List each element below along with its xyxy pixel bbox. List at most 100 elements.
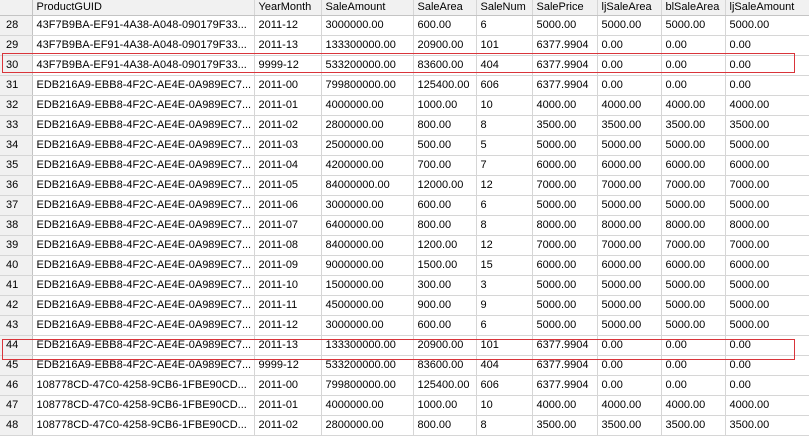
- grid-cell[interactable]: 8000.00: [725, 215, 809, 236]
- grid-cell[interactable]: 5000.00: [532, 275, 598, 296]
- grid-cell[interactable]: 5000.00: [532, 195, 598, 216]
- column-header[interactable]: ljSaleAmount: [725, 0, 809, 16]
- grid-cell[interactable]: 7000.00: [532, 235, 598, 256]
- grid-cell[interactable]: 6377.9904: [532, 75, 598, 96]
- grid-cell[interactable]: 799800000.00: [321, 75, 414, 96]
- grid-cell[interactable]: 600.00: [413, 15, 477, 36]
- grid-cell[interactable]: 1000.00: [413, 95, 477, 116]
- grid-cell[interactable]: 2011-03: [254, 135, 322, 156]
- grid-cell[interactable]: 0.00: [661, 375, 726, 396]
- grid-cell[interactable]: 533200000.00: [321, 55, 414, 76]
- grid-cell[interactable]: 3: [476, 275, 533, 296]
- grid-cell[interactable]: 10: [476, 95, 533, 116]
- grid-cell[interactable]: 5000.00: [532, 15, 598, 36]
- grid-cell[interactable]: 125400.00: [413, 75, 477, 96]
- grid-cell[interactable]: 5000.00: [725, 315, 809, 336]
- grid-cell[interactable]: 6000.00: [532, 255, 598, 276]
- grid-cell[interactable]: 6: [476, 15, 533, 36]
- grid-cell[interactable]: 6000.00: [597, 255, 662, 276]
- grid-cell[interactable]: 5000.00: [532, 295, 598, 316]
- grid-cell[interactable]: 6000.00: [532, 155, 598, 176]
- grid-cell[interactable]: 606: [476, 375, 533, 396]
- table-row[interactable]: 48 108778CD-47C0-4258-9CB6-1FBE90CD... 201…: [0, 415, 809, 436]
- table-row[interactable]: 44 EDB216A9-EBB8-4F2C-AE4E-0A989EC7... 201…: [0, 335, 809, 356]
- grid-cell[interactable]: 6: [476, 195, 533, 216]
- table-row[interactable]: 34 EDB216A9-EBB8-4F2C-AE4E-0A989EC7... 201…: [0, 135, 809, 156]
- grid-cell[interactable]: 0.00: [725, 355, 809, 376]
- grid-cell[interactable]: 108778CD-47C0-4258-9CB6-1FBE90CD...: [32, 375, 255, 396]
- grid-cell[interactable]: 5: [476, 135, 533, 156]
- table-row[interactable]: 32 EDB216A9-EBB8-4F2C-AE4E-0A989EC7... 201…: [0, 95, 809, 116]
- grid-cell[interactable]: 20900.00: [413, 335, 477, 356]
- row-number-cell[interactable]: 33: [0, 115, 33, 136]
- grid-cell[interactable]: 5000.00: [661, 15, 726, 36]
- grid-cell[interactable]: 7000.00: [661, 175, 726, 196]
- grid-cell[interactable]: 2011-07: [254, 215, 322, 236]
- grid-cell[interactable]: 9999-12: [254, 55, 322, 76]
- grid-cell[interactable]: 3000000.00: [321, 15, 414, 36]
- table-row[interactable]: 40 EDB216A9-EBB8-4F2C-AE4E-0A989EC7... 201…: [0, 255, 809, 276]
- grid-cell[interactable]: 5000.00: [661, 195, 726, 216]
- grid-cell[interactable]: 6400000.00: [321, 215, 414, 236]
- grid-cell[interactable]: 7000.00: [532, 175, 598, 196]
- table-row[interactable]: 31 EDB216A9-EBB8-4F2C-AE4E-0A989EC7... 201…: [0, 75, 809, 96]
- grid-cell[interactable]: 6000.00: [661, 255, 726, 276]
- grid-cell[interactable]: 600.00: [413, 315, 477, 336]
- row-number-cell[interactable]: 32: [0, 95, 33, 116]
- grid-cell[interactable]: 5000.00: [661, 315, 726, 336]
- table-row[interactable]: 41 EDB216A9-EBB8-4F2C-AE4E-0A989EC7... 201…: [0, 275, 809, 296]
- grid-cell[interactable]: EDB216A9-EBB8-4F2C-AE4E-0A989EC7...: [32, 175, 255, 196]
- grid-cell[interactable]: EDB216A9-EBB8-4F2C-AE4E-0A989EC7...: [32, 235, 255, 256]
- grid-cell[interactable]: 83600.00: [413, 55, 477, 76]
- grid-cell[interactable]: EDB216A9-EBB8-4F2C-AE4E-0A989EC7...: [32, 75, 255, 96]
- grid-cell[interactable]: 7000.00: [725, 175, 809, 196]
- grid-cell[interactable]: 6000.00: [725, 155, 809, 176]
- table-row[interactable]: 42 EDB216A9-EBB8-4F2C-AE4E-0A989EC7... 201…: [0, 295, 809, 316]
- grid-cell[interactable]: 3500.00: [725, 115, 809, 136]
- grid-cell[interactable]: 0.00: [597, 35, 662, 56]
- table-row[interactable]: 28 43F7B9BA-EF91-4A38-A048-090179F33... 20…: [0, 15, 809, 36]
- grid-cell[interactable]: 2011-12: [254, 315, 322, 336]
- row-number-cell[interactable]: 29: [0, 35, 33, 56]
- grid-cell[interactable]: 0.00: [661, 335, 726, 356]
- grid-cell[interactable]: 0.00: [725, 375, 809, 396]
- column-header[interactable]: ProductGUID: [32, 0, 255, 16]
- grid-cell[interactable]: 6000.00: [725, 255, 809, 276]
- grid-cell[interactable]: 5000.00: [597, 195, 662, 216]
- grid-cell[interactable]: 8: [476, 115, 533, 136]
- grid-cell[interactable]: 2011-12: [254, 15, 322, 36]
- table-row[interactable]: 33 EDB216A9-EBB8-4F2C-AE4E-0A989EC7... 201…: [0, 115, 809, 136]
- grid-cell[interactable]: 0.00: [597, 75, 662, 96]
- grid-cell[interactable]: 4000.00: [597, 95, 662, 116]
- grid-cell[interactable]: 12: [476, 175, 533, 196]
- grid-cell[interactable]: 3000000.00: [321, 315, 414, 336]
- row-number-cell[interactable]: 44: [0, 335, 33, 356]
- table-row[interactable]: 35 EDB216A9-EBB8-4F2C-AE4E-0A989EC7... 201…: [0, 155, 809, 176]
- grid-cell[interactable]: 5000.00: [661, 275, 726, 296]
- grid-cell[interactable]: 7000.00: [725, 235, 809, 256]
- grid-cell[interactable]: 43F7B9BA-EF91-4A38-A048-090179F33...: [32, 15, 255, 36]
- grid-cell[interactable]: 2011-10: [254, 275, 322, 296]
- grid-cell[interactable]: 43F7B9BA-EF91-4A38-A048-090179F33...: [32, 35, 255, 56]
- grid-cell[interactable]: 125400.00: [413, 375, 477, 396]
- grid-cell[interactable]: 2011-00: [254, 375, 322, 396]
- grid-cell[interactable]: 404: [476, 55, 533, 76]
- grid-cell[interactable]: 6377.9904: [532, 375, 598, 396]
- grid-cell[interactable]: 101: [476, 335, 533, 356]
- grid-cell[interactable]: 108778CD-47C0-4258-9CB6-1FBE90CD...: [32, 395, 255, 416]
- row-number-cell[interactable]: 47: [0, 395, 33, 416]
- grid-cell[interactable]: 5000.00: [597, 135, 662, 156]
- row-number-cell[interactable]: 48: [0, 415, 33, 436]
- grid-cell[interactable]: 2011-13: [254, 335, 322, 356]
- grid-cell[interactable]: 0.00: [597, 375, 662, 396]
- table-row[interactable]: 45 EDB216A9-EBB8-4F2C-AE4E-0A989EC7... 999…: [0, 355, 809, 376]
- grid-cell[interactable]: 4000.00: [532, 395, 598, 416]
- grid-cell[interactable]: 9000000.00: [321, 255, 414, 276]
- grid-cell[interactable]: 5000.00: [532, 315, 598, 336]
- column-header[interactable]: blSaleArea: [661, 0, 726, 16]
- grid-cell[interactable]: 4000000.00: [321, 95, 414, 116]
- grid-cell[interactable]: 7000.00: [597, 175, 662, 196]
- grid-cell[interactable]: 0.00: [661, 355, 726, 376]
- grid-cell[interactable]: 133300000.00: [321, 35, 414, 56]
- grid-cell[interactable]: 3500.00: [532, 115, 598, 136]
